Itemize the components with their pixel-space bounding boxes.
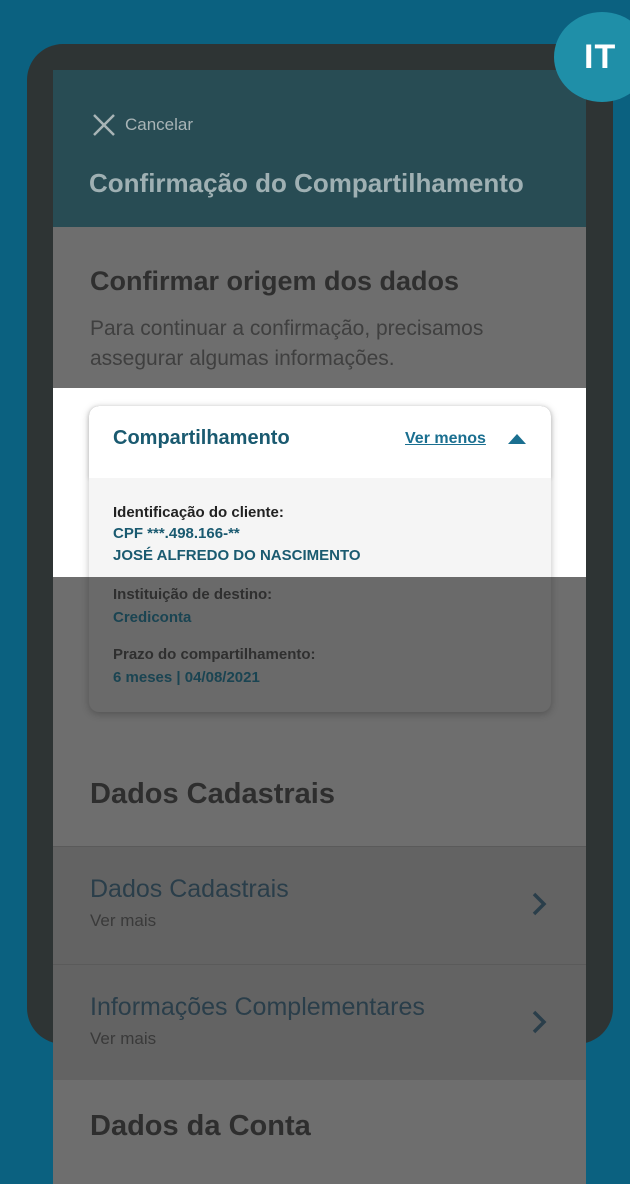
- destination-label: Instituição de destino:: [113, 586, 273, 603]
- list-item-sub: Ver mais: [90, 1029, 157, 1048]
- list-item-sub: Ver mais: [90, 911, 157, 930]
- client-cpf-value: CPF ***.498.166-**: [113, 525, 240, 542]
- section-title-conta: Dados da Conta: [90, 1110, 311, 1142]
- app-screen: Cancelar Confirmação do Compartilhamento…: [53, 70, 586, 1184]
- intro-description: Para continuar a confirmação, precisamos…: [90, 317, 484, 370]
- close-icon: [93, 114, 115, 136]
- list-item-label: Dados Cadastrais: [90, 875, 289, 903]
- page-title: Confirmação do Compartilhamento: [89, 168, 524, 198]
- chevron-right-icon: [532, 892, 547, 916]
- client-id-label: Identificação do cliente:: [113, 504, 284, 521]
- ver-menos-link[interactable]: Ver menos: [405, 430, 486, 448]
- list-item-info-complementares[interactable]: Informações Complementares Ver mais: [53, 964, 586, 1082]
- deadline-label: Prazo do compartilhamento:: [113, 646, 316, 663]
- deadline-value: 6 meses | 04/08/2021: [113, 669, 260, 686]
- destination-value: Crediconta: [113, 609, 192, 626]
- intro-title: Confirmar origem dos dados: [90, 266, 460, 296]
- section-title-cadastrais: Dados Cadastrais: [90, 778, 335, 810]
- client-name-value: JOSÉ ALFREDO DO NASCIMENTO: [113, 547, 361, 564]
- chevron-right-icon: [532, 1010, 547, 1034]
- cancel-label: Cancelar: [125, 115, 194, 134]
- cancel-button[interactable]: Cancelar: [91, 112, 193, 138]
- it-badge-label: IT: [584, 37, 617, 76]
- list-item-label: Informações Complementares: [90, 993, 425, 1021]
- sharing-card-title: Compartilhamento: [113, 427, 290, 449]
- list-item-dados-cadastrais[interactable]: Dados Cadastrais Ver mais: [53, 846, 586, 964]
- caret-up-icon[interactable]: [508, 434, 526, 444]
- app-header: Cancelar Confirmação do Compartilhamento: [53, 70, 586, 227]
